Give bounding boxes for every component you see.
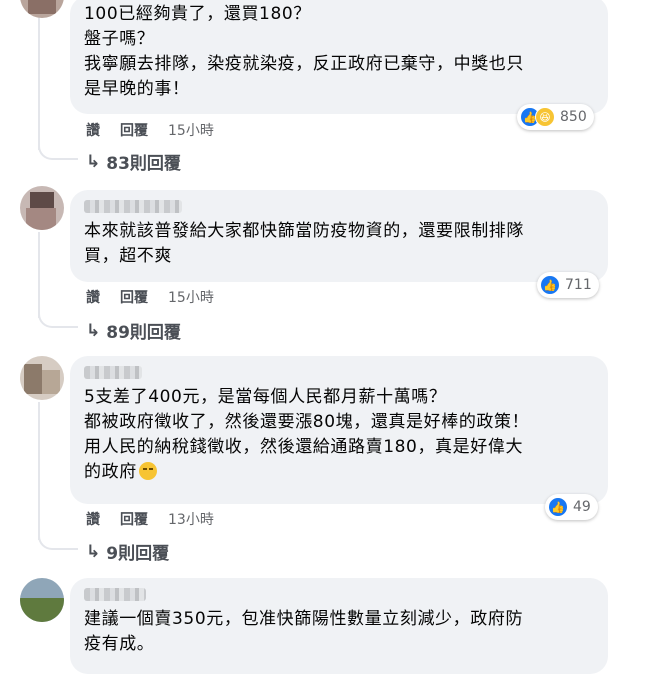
reply-thread-elbow <box>38 310 78 328</box>
reply-arrow-icon: ↳ <box>86 320 101 341</box>
view-replies-link[interactable]: ↳ 9則回覆 <box>86 539 169 565</box>
comment-text: 本來就該普發給大家都快篩當防疫物資的，還要限制排隊 買，超不爽 <box>84 221 524 266</box>
haha-icon: 😆 <box>535 107 555 127</box>
comment-text: 5支差了400元，是當每個人民都月薪十萬嗎？ 都被政府徵收了，然後還要漲80塊，… <box>84 387 530 482</box>
timestamp[interactable]: 15小時 <box>168 120 214 140</box>
comment-text: 建議一個賣350元，包准快篩陽性數量立刻減少，政府防 疫有成。 <box>84 609 524 654</box>
comment-actions: 讚 回覆 13小時 <box>86 509 214 529</box>
like-button[interactable]: 讚 <box>86 509 100 529</box>
reply-thread-line <box>38 0 40 150</box>
comment-text: 100已經夠貴了，還買180？ 盤子嗎？ 我寧願去排隊，染疫就染疫，反正政府已棄… <box>84 4 524 99</box>
reply-thread-line <box>38 232 40 318</box>
view-replies-link[interactable]: ↳ 83則回覆 <box>86 149 181 175</box>
reaction-count: 850 <box>560 109 587 125</box>
like-icon: 👍 <box>548 497 568 517</box>
like-button[interactable]: 讚 <box>86 120 100 140</box>
reply-button[interactable]: 回覆 <box>120 509 148 529</box>
comment-actions: 讚 回覆 15小時 <box>86 287 214 307</box>
comment-bubble: 本來就該普發給大家都快篩當防疫物資的，還要限制排隊 買，超不爽 <box>70 190 608 282</box>
like-button[interactable]: 讚 <box>86 287 100 307</box>
reaction-count: 711 <box>565 277 592 293</box>
avatar[interactable] <box>20 356 64 400</box>
like-icon: 👍 <box>540 275 560 295</box>
avatar[interactable] <box>20 578 64 622</box>
author-name[interactable] <box>84 366 142 379</box>
author-name[interactable] <box>84 588 146 601</box>
reaction-summary[interactable]: 👍 711 <box>537 272 599 298</box>
reply-button[interactable]: 回覆 <box>120 120 148 140</box>
avatar[interactable] <box>20 186 64 230</box>
reaction-count: 49 <box>573 499 591 515</box>
reply-button[interactable]: 回覆 <box>120 287 148 307</box>
timestamp[interactable]: 15小時 <box>168 287 214 307</box>
view-replies-link[interactable]: ↳ 89則回覆 <box>86 318 181 344</box>
reply-arrow-icon: ↳ <box>86 151 101 172</box>
author-name[interactable] <box>84 200 182 213</box>
angry-face-emoji-icon <box>138 462 157 480</box>
avatar[interactable] <box>20 0 64 18</box>
comment-actions: 讚 回覆 15小時 <box>86 120 214 140</box>
reaction-summary[interactable]: 👍 😆 850 <box>517 104 594 130</box>
reply-thread-elbow <box>38 532 78 550</box>
comment-bubble: 100已經夠貴了，還買180？ 盤子嗎？ 我寧願去排隊，染疫就染疫，反正政府已棄… <box>70 0 608 114</box>
reply-thread-elbow <box>38 142 78 160</box>
timestamp[interactable]: 13小時 <box>168 509 214 529</box>
reply-thread-line <box>38 402 40 540</box>
comment-bubble: 5支差了400元，是當每個人民都月薪十萬嗎？ 都被政府徵收了，然後還要漲80塊，… <box>70 356 608 504</box>
reply-arrow-icon: ↳ <box>86 541 101 562</box>
reaction-summary[interactable]: 👍 49 <box>545 494 598 520</box>
